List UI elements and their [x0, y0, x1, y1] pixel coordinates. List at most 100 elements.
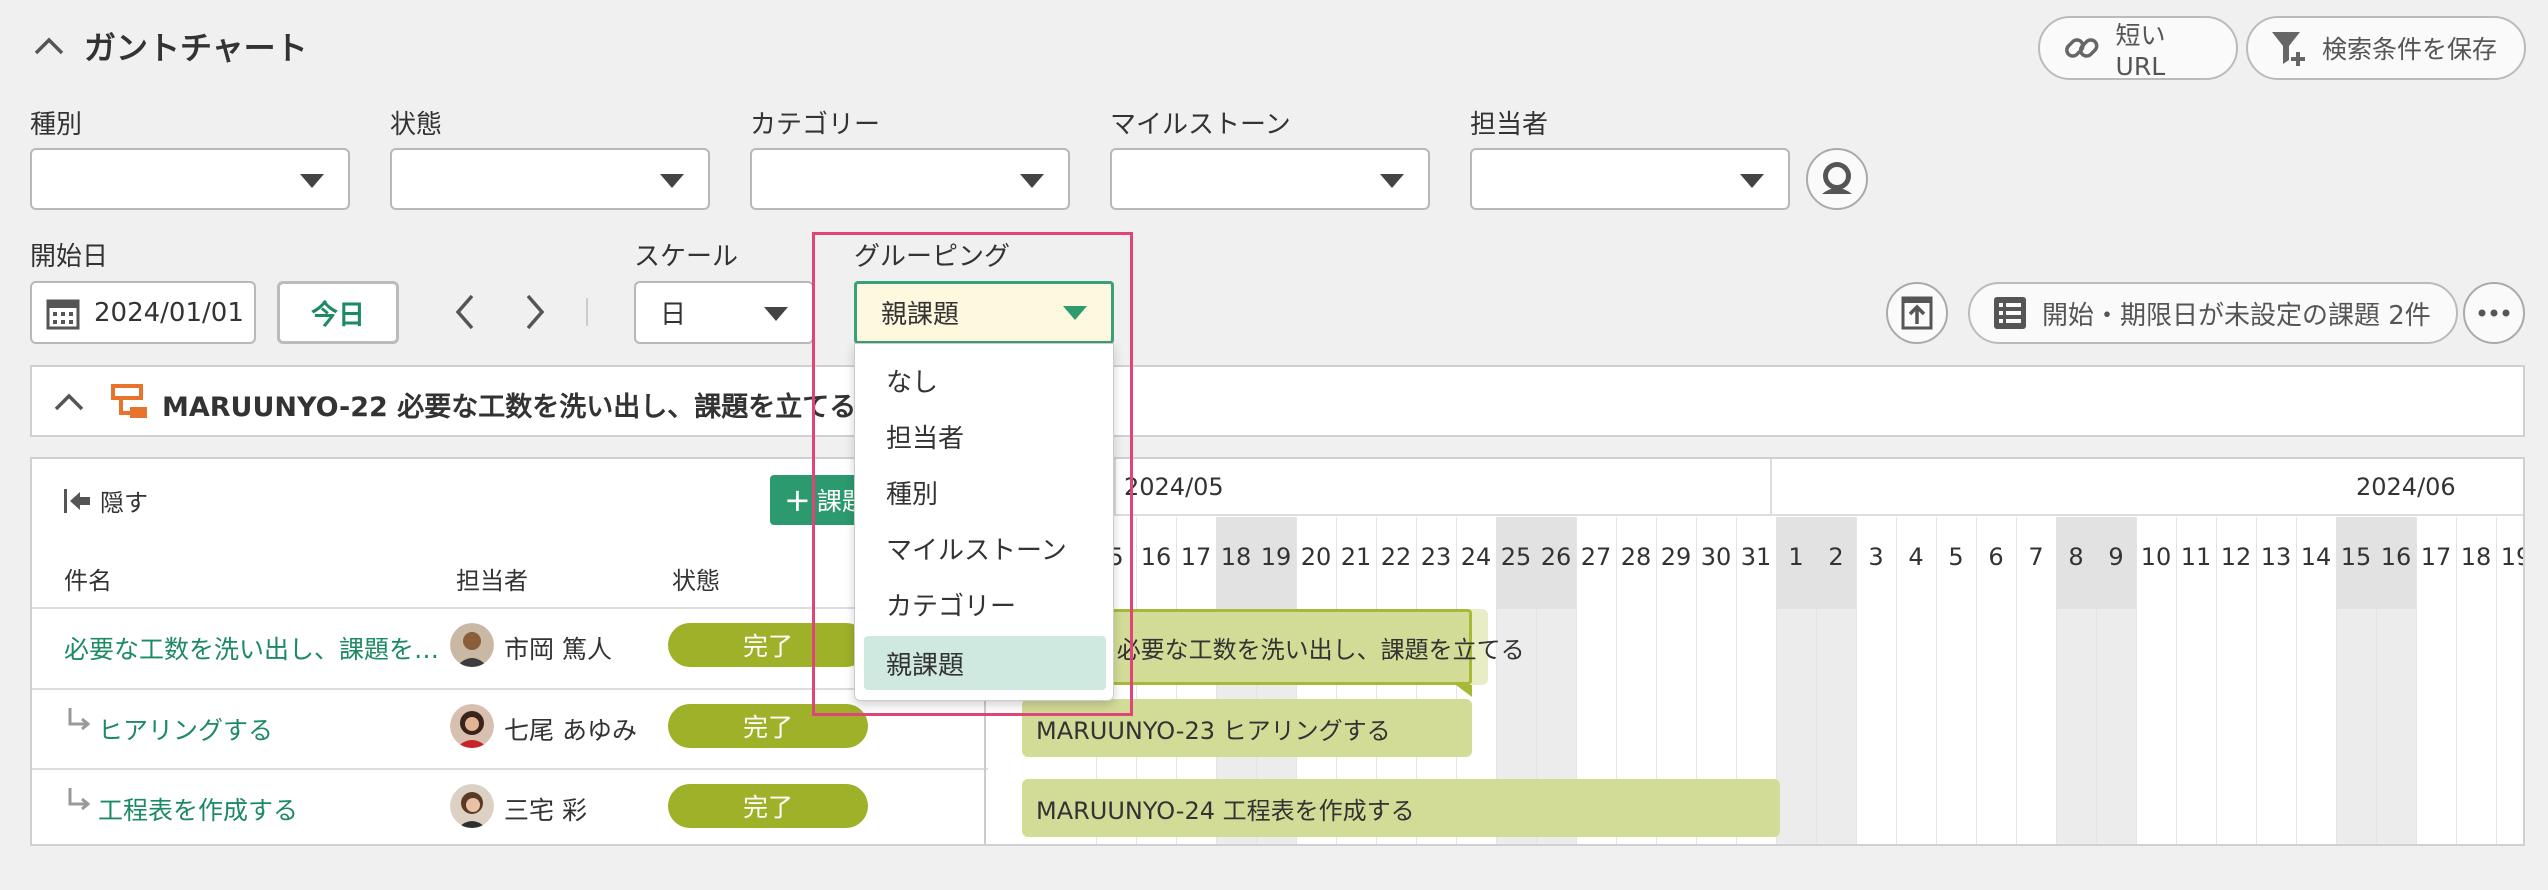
day-label: 4: [1908, 543, 1924, 571]
day-label: 15: [2336, 517, 2376, 609]
export-icon: [1901, 296, 1933, 330]
day-label: 9: [2096, 517, 2136, 609]
start-date-value: 2024/01/01: [94, 297, 244, 328]
month-divider: [1770, 459, 1772, 516]
day-label: 29: [1660, 543, 1692, 571]
day-label: 18: [2460, 543, 2492, 571]
day-label: 21: [1340, 543, 1372, 571]
day-label: 23: [1420, 543, 1452, 571]
assignee-name: 三宅 彩: [504, 796, 587, 825]
day-label: 30: [1700, 543, 1732, 571]
day-label: 28: [1620, 543, 1652, 571]
category-filter-label: カテゴリー: [750, 110, 881, 140]
unset-date-issues-label: 開始・期限日が未設定の課題 2件: [2042, 300, 2431, 331]
plus-icon: +: [784, 481, 811, 519]
month-label: 2024/06: [2356, 473, 2456, 501]
short-url-button[interactable]: 短いURL: [2038, 16, 2238, 81]
calendar-icon: [46, 299, 80, 329]
page-title: ガントチャート: [84, 29, 308, 67]
month-label: 2024/05: [1124, 473, 1224, 501]
more-horizontal-icon: [2478, 309, 2510, 317]
milestone-filter-select[interactable]: [1110, 148, 1430, 210]
gantt-panel: 隠す + 課題 件名 担当者 状態 必要な工数を洗い出し、課題を… 市岡 篤人 …: [30, 457, 2525, 846]
day-label: 5: [1948, 543, 1964, 571]
next-period-icon[interactable]: [520, 290, 550, 334]
assignee-name: 七尾 あゆみ: [504, 716, 637, 745]
assign-myself-button[interactable]: [1806, 148, 1868, 210]
hide-list-label: 隠す: [100, 489, 148, 517]
chevron-up-icon: [34, 37, 64, 55]
short-url-label: 短いURL: [2115, 20, 2166, 81]
day-label: 2: [1816, 517, 1856, 609]
more-options-button[interactable]: [2463, 282, 2525, 344]
day-label: 19: [1256, 517, 1296, 609]
bar-marker-icon: [1456, 685, 1472, 697]
day-label: 31: [1740, 543, 1772, 571]
group-header[interactable]: MARUUNYO-22 必要な工数を洗い出し、課題を立てる: [30, 365, 2525, 437]
prev-period-icon[interactable]: [450, 290, 480, 334]
scale-label: スケール: [634, 242, 739, 272]
day-label: 11: [2180, 543, 2212, 571]
status-filter-label: 状態: [390, 110, 443, 140]
link-icon: [2065, 38, 2099, 58]
scale-value: 日: [660, 300, 687, 330]
day-label: 24: [1460, 543, 1492, 571]
save-filter-button[interactable]: 検索条件を保存: [2246, 16, 2526, 80]
scale-select[interactable]: 日: [634, 281, 814, 344]
day-label: 10: [2140, 543, 2172, 571]
gantt-section-header[interactable]: ガントチャート: [32, 22, 308, 70]
day-label: 8: [2056, 517, 2096, 609]
today-button[interactable]: 今日: [277, 281, 399, 344]
issue-link[interactable]: 工程表を作成する: [98, 791, 298, 827]
assignee-filter-select[interactable]: [1470, 148, 1790, 210]
column-header-status: 状態: [672, 567, 720, 595]
gantt-timeline: 2024/05 2024/06 5 16 17 18 19 20 21 22 23 24 25 26 2…: [986, 459, 2523, 844]
caret-down-icon: [1740, 174, 1764, 188]
day-label: 18: [1216, 517, 1256, 609]
filter-add-icon: [2272, 32, 2305, 66]
day-label: 7: [2028, 543, 2044, 571]
issue-link[interactable]: 必要な工数を洗い出し、課題を…: [64, 630, 439, 666]
caret-down-icon: [764, 307, 788, 321]
status-badge: 完了: [668, 784, 868, 828]
caret-down-icon: [1020, 174, 1044, 188]
day-label: 14: [2300, 543, 2332, 571]
category-filter-select[interactable]: [750, 148, 1070, 210]
day-label: 26: [1536, 517, 1576, 609]
avatar: [450, 623, 494, 667]
day-label: 22: [1380, 543, 1412, 571]
chevron-up-icon: [54, 393, 84, 411]
list-icon: [1994, 297, 2026, 329]
divider: [586, 298, 588, 326]
unset-date-issues-button[interactable]: 開始・期限日が未設定の課題 2件: [1968, 282, 2458, 344]
assignee-name: 市岡 篤人: [504, 635, 612, 664]
status-filter-select[interactable]: [390, 148, 710, 210]
type-filter-label: 種別: [30, 110, 83, 140]
export-button[interactable]: [1886, 282, 1948, 344]
assignee-filter-label: 担当者: [1470, 110, 1549, 140]
day-label: 6: [1988, 543, 2004, 571]
day-label: 16: [2376, 517, 2416, 609]
hide-list-button[interactable]: 隠す: [62, 483, 148, 518]
day-label: 25: [1496, 517, 1536, 609]
day-label: 1: [1776, 517, 1816, 609]
child-arrow-icon: [68, 788, 91, 811]
day-label: 12: [2220, 543, 2252, 571]
day-label: 16: [1140, 543, 1172, 571]
type-filter-select[interactable]: [30, 148, 350, 210]
milestone-filter-label: マイルストーン: [1110, 110, 1291, 140]
save-filter-label: 検索条件を保存: [2322, 35, 2498, 64]
start-date-label: 開始日: [30, 242, 109, 272]
highlight-box: [812, 232, 1133, 716]
start-date-input[interactable]: 2024/01/01: [30, 281, 256, 344]
avatar: [450, 784, 494, 828]
issue-link[interactable]: ヒアリングする: [98, 711, 273, 747]
gantt-bar[interactable]: MARUUNYO-24 工程表を作成する: [1022, 779, 1780, 837]
collapse-left-icon: [64, 488, 90, 513]
column-header-name: 件名: [64, 567, 112, 595]
caret-down-icon: [660, 174, 684, 188]
day-label: 13: [2260, 543, 2292, 571]
user-icon: [1822, 162, 1852, 194]
day-label: 20: [1300, 543, 1332, 571]
caret-down-icon: [300, 174, 324, 188]
